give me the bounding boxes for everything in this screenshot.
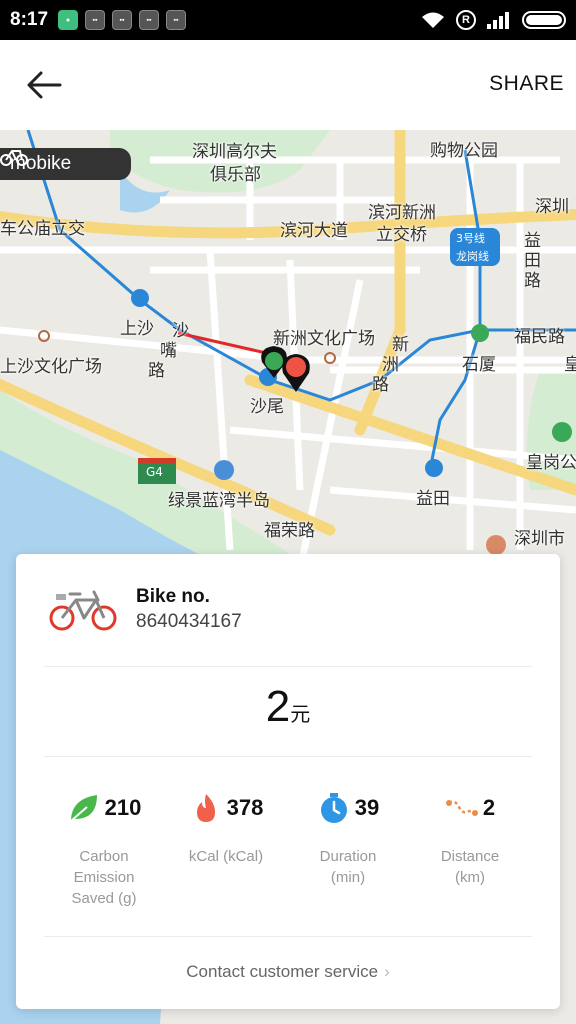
- metro-line-badge: 3号线: [456, 232, 485, 245]
- map-place-label: 购物公园: [430, 141, 498, 161]
- ride-summary-screen: 8:17 ● ▪▪ ▪▪ ▪▪ ▪▪ R SHARE mobike 深圳高尔夫 …: [0, 0, 576, 1024]
- map-place-label: 福民路: [514, 327, 565, 347]
- contact-customer-service-link[interactable]: Contact customer service ›: [16, 962, 560, 982]
- contact-label: Contact customer service: [186, 962, 379, 981]
- map-place-label: 深圳高尔夫: [192, 142, 277, 162]
- divider: [44, 756, 532, 757]
- battery-icon: [522, 11, 566, 29]
- notification-icon: ●: [58, 10, 79, 30]
- map-place-label: 深圳市: [514, 529, 565, 549]
- status-time: 8:17: [10, 9, 49, 30]
- stat-label: Carbon Emission Saved (g): [71, 848, 137, 907]
- share-button[interactable]: SHARE: [489, 72, 564, 96]
- map-place-label: 上沙文化广场: [0, 357, 102, 377]
- notification-icon: ▪▪: [85, 10, 106, 30]
- registered-icon: R: [456, 10, 476, 30]
- stat-value: 210: [104, 795, 142, 820]
- signal-icon: [487, 12, 509, 29]
- stat-duration: 39 Duration (min): [280, 786, 416, 888]
- stopwatch-icon: [320, 793, 347, 823]
- app-bar: SHARE: [0, 40, 576, 130]
- stat-value: 378: [226, 795, 264, 820]
- status-indicators: R: [420, 10, 566, 30]
- notification-icon: ▪▪: [112, 10, 133, 30]
- leaf-icon: [69, 795, 97, 822]
- map-place-label: 路: [372, 375, 389, 395]
- map-place-label: 俱乐部: [210, 165, 261, 185]
- wifi-icon: [422, 12, 444, 28]
- bike-number-value: 8640434167: [136, 611, 242, 632]
- price-unit: 元: [290, 702, 311, 726]
- ride-stats: 210 Carbon Emission Saved (g) 378 kCal (…: [16, 786, 560, 916]
- highway-shield-label: G4: [146, 465, 163, 479]
- map-place-label: 绿景蓝湾半岛: [168, 491, 270, 511]
- ride-summary-card: Bike no. 8640434167 2元 210 Carbon Emissi…: [16, 554, 560, 1009]
- divider: [44, 936, 532, 937]
- map-place-label: 皇岗公: [526, 453, 576, 473]
- chevron-right-icon: ›: [384, 962, 390, 981]
- map-place-label: 皇: [564, 355, 576, 375]
- flame-icon: [196, 794, 215, 822]
- notification-icon: ▪▪: [166, 10, 187, 30]
- map-place-label: 上沙: [120, 319, 154, 339]
- stat-value: 39: [354, 795, 380, 820]
- map-place-label: 路: [524, 271, 541, 291]
- map-place-label: 车公庙立交: [0, 219, 85, 239]
- back-button[interactable]: [22, 65, 66, 105]
- stat-value: 2: [482, 795, 496, 820]
- bike-number-label: Bike no.: [136, 586, 210, 607]
- map-place-label: 新洲文化广场: [273, 329, 375, 349]
- arrow-left-icon: [27, 71, 62, 99]
- map-place-label: 路: [148, 361, 165, 381]
- map-place-label: 石厦: [462, 355, 496, 375]
- stat-label: Duration (min): [319, 848, 377, 886]
- status-bar: 8:17 ● ▪▪ ▪▪ ▪▪ ▪▪ R: [0, 0, 576, 40]
- stat-label: Distance (km): [440, 848, 500, 886]
- map-place-label: 福荣路: [264, 521, 315, 541]
- price-value: 2: [265, 682, 291, 731]
- divider: [44, 666, 532, 667]
- notification-icon: ▪▪: [139, 10, 160, 30]
- metro-line-badge: 龙岗线: [456, 250, 489, 263]
- map-place-label: 沙尾: [250, 397, 284, 417]
- map-place-label: 立交桥: [376, 225, 427, 245]
- bike-info: Bike no. 8640434167: [16, 554, 560, 666]
- stat-carbon: 210 Carbon Emission Saved (g): [36, 786, 172, 909]
- stat-distance: 2 Distance (km): [402, 786, 538, 888]
- stat-label: kCal (kCal): [188, 848, 264, 865]
- bicycle-icon: [49, 590, 117, 631]
- bike-icon: [0, 150, 28, 166]
- map-place-label: 深圳: [535, 197, 569, 217]
- map-place-label: 滨河大道: [280, 221, 348, 241]
- map-place-label: 益田: [416, 489, 450, 509]
- stat-calories: 378 kCal (kCal): [158, 786, 294, 867]
- route-icon: [445, 800, 478, 816]
- ride-price: 2元: [16, 682, 560, 732]
- mobike-logo: mobike: [0, 148, 131, 180]
